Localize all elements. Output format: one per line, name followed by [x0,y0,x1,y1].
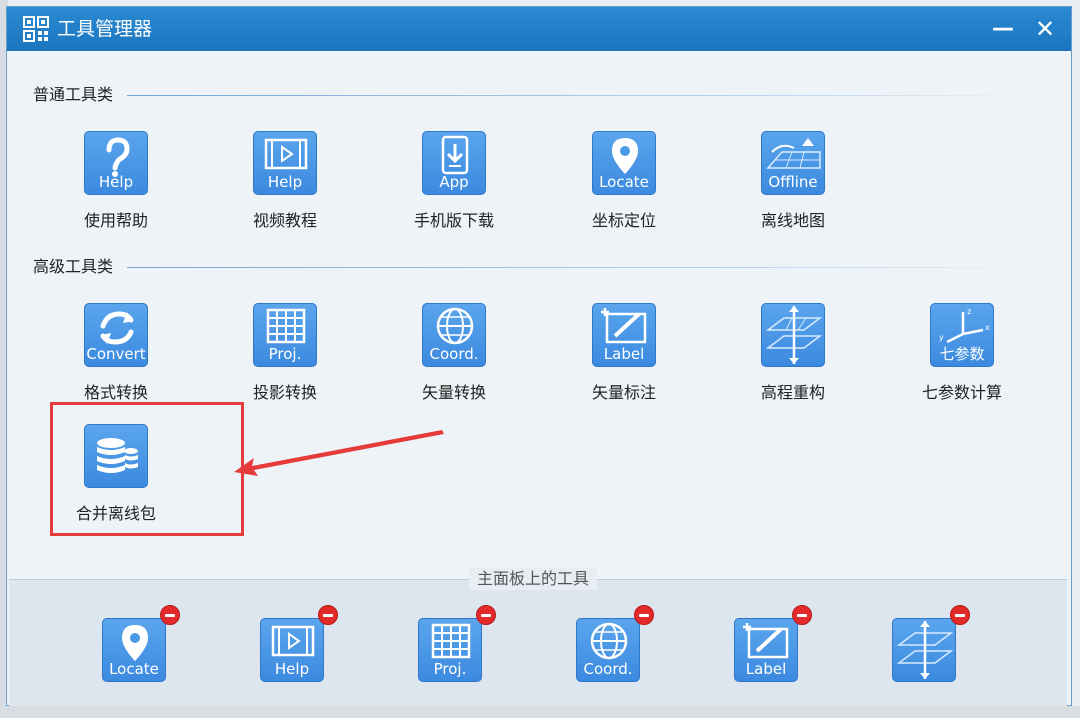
offline-map-icon: Offline [761,131,825,195]
remove-tool-button[interactable] [792,605,812,625]
svg-text:z: z [967,307,971,316]
tile-caption: 七参数 [939,345,985,363]
section-title-advanced: 高级工具类 [33,257,114,276]
tile-caption: Coord. [583,660,633,678]
close-button[interactable]: ✕ [1029,13,1061,45]
qr-code-icon [23,16,49,42]
tile-caption: Locate [109,660,159,678]
tool-label: 七参数计算 [921,383,1002,402]
highlight-annotation-box [50,402,244,536]
panel-tool-locate[interactable]: Locate [102,605,180,686]
panel-tool-coord[interactable]: Coord. [576,605,654,686]
tool-usage-help[interactable]: Help 使用帮助 [41,131,191,251]
elevation-icon [892,618,956,682]
tool-label: 视频教程 [252,211,317,230]
location-pin-icon: Locate [102,618,166,682]
remove-tool-button[interactable] [160,605,180,625]
panel-title: 主面板上的工具 [469,568,598,590]
panel-tool-video-help[interactable]: Help [260,605,338,686]
axes-icon: z x y 七参数 [930,303,994,367]
tile-caption: Label [603,345,645,363]
tile-caption: Convert [86,345,146,363]
tile-caption: Offline [768,173,818,191]
panel-tool-projection[interactable]: Proj. [418,605,496,686]
tool-vector-label[interactable]: Label 矢量标注 [549,303,699,423]
label-icon: Label [592,303,656,367]
panel-tool-elevation[interactable] [892,605,970,686]
tile-caption: Coord. [429,345,479,363]
tile-caption: Help [98,173,134,191]
tile-caption: Locate [599,173,649,191]
title-bar[interactable]: 工具管理器 — ✕ [7,7,1071,51]
tool-label: 手机版下载 [413,211,494,230]
grid-icon: Proj. [418,618,482,682]
panel-tool-label[interactable]: Label [734,605,812,686]
window-title: 工具管理器 [57,18,153,40]
tool-label: 矢量标注 [591,383,656,402]
tile-caption: Help [267,173,303,191]
question-icon: Help [84,131,148,195]
tile-caption: Proj. [268,345,302,363]
tool-label: 坐标定位 [591,211,656,230]
label-icon: Label [734,618,798,682]
phone-download-icon: App [422,131,486,195]
tool-vector-convert[interactable]: Coord. 矢量转换 [379,303,529,423]
tool-label: 离线地图 [760,211,825,230]
tile-caption: Proj. [433,660,467,678]
svg-text:y: y [939,333,944,342]
background-bottom-edge [0,706,1080,718]
tool-label: 使用帮助 [83,211,148,230]
tool-elevation-rebuild[interactable]: 高程重构 [718,303,868,423]
globe-icon: Coord. [576,618,640,682]
tile-caption: Help [274,660,310,678]
remove-tool-button[interactable] [634,605,654,625]
main-panel-tools: 主面板上的工具 Locate Help Proj. Coord. Label [9,568,1067,706]
tool-label: 投影转换 [252,383,317,402]
tool-coordinate-locate[interactable]: Locate 坐标定位 [549,131,699,251]
tool-manager-window: 工具管理器 — ✕ 普通工具类 Help 使用帮助 Help 视频教程 App … [6,6,1072,706]
section-title-common: 普通工具类 [33,85,114,104]
section-divider-common [127,95,1027,96]
tool-video-tutorial[interactable]: Help 视频教程 [210,131,360,251]
annotation-arrow-icon [234,430,444,476]
globe-icon: Coord. [422,303,486,367]
tool-seven-parameter[interactable]: z x y 七参数 七参数计算 [887,303,1037,423]
tool-label: 高程重构 [760,383,825,402]
video-icon: Help [260,618,324,682]
video-icon: Help [253,131,317,195]
minimize-button[interactable]: — [987,13,1019,45]
grid-icon: Proj. [253,303,317,367]
tile-caption: Label [745,660,787,678]
tool-label: 矢量转换 [421,383,486,402]
tool-offline-map[interactable]: Offline 离线地图 [718,131,868,251]
tool-label: 格式转换 [83,383,148,402]
tool-mobile-download[interactable]: App 手机版下载 [379,131,529,251]
convert-icon: Convert [84,303,148,367]
elevation-icon [761,303,825,367]
svg-text:x: x [985,323,990,332]
tile-caption: App [439,173,469,191]
remove-tool-button[interactable] [318,605,338,625]
remove-tool-button[interactable] [476,605,496,625]
section-divider-advanced [127,267,1027,268]
location-pin-icon: Locate [592,131,656,195]
remove-tool-button[interactable] [950,605,970,625]
